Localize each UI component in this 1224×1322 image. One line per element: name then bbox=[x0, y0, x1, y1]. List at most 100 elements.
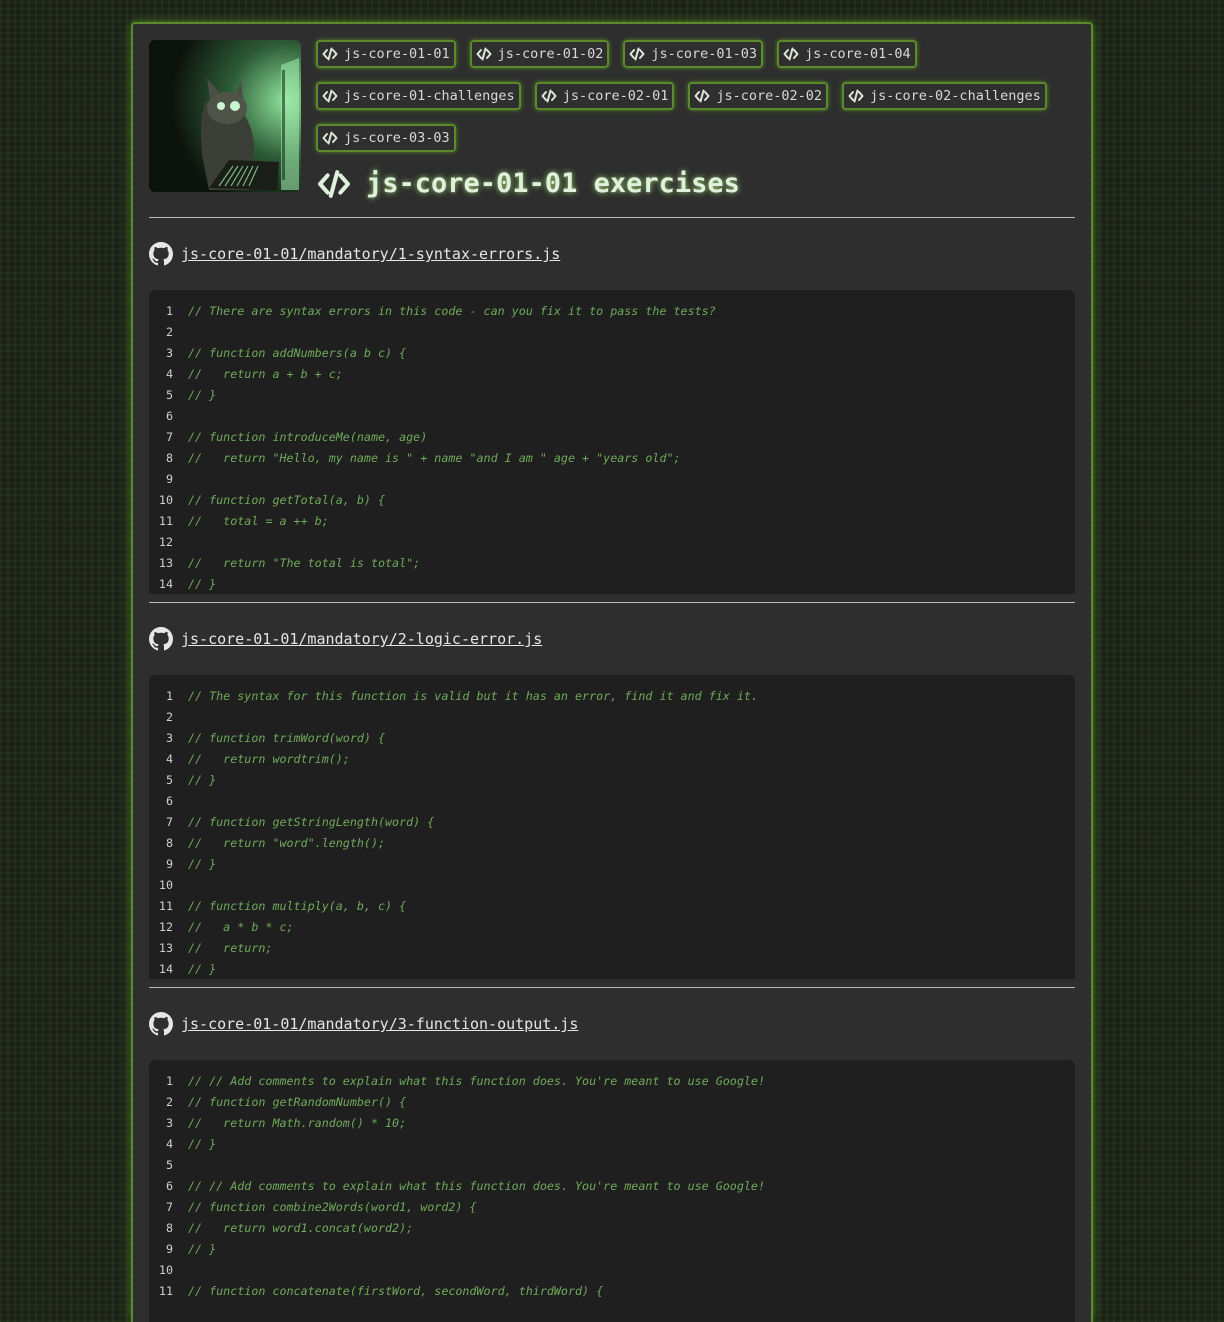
code-text: // return word1.concat(word2); bbox=[188, 1220, 414, 1235]
code-line: 5// } bbox=[165, 772, 217, 787]
code-line: 12// a * b * c; bbox=[158, 919, 294, 934]
code-line: 12 bbox=[158, 534, 173, 549]
code-line: 11// total = a ++ b; bbox=[158, 513, 329, 528]
link-label: js-core-01-02 bbox=[497, 46, 604, 62]
code-line: 7// function combine2Words(word1, word2)… bbox=[165, 1199, 477, 1214]
link-label: js-core-02-02 bbox=[716, 88, 823, 104]
code-line: 13// return; bbox=[158, 940, 273, 955]
code-line: 1// // Add comments to explain what this… bbox=[165, 1073, 765, 1088]
avatar bbox=[149, 40, 301, 192]
code-text: // function getStringLength(word) { bbox=[188, 814, 435, 829]
file-link[interactable]: js-core-01-01/mandatory/2-logic-error.js bbox=[181, 630, 542, 648]
link-label: js-core-01-03 bbox=[651, 46, 758, 62]
github-icon bbox=[149, 627, 173, 651]
link-label: js-core-01-challenges bbox=[344, 88, 515, 104]
code-block: 1// // Add comments to explain what this… bbox=[149, 1060, 1075, 1322]
code-line: 4// return wordtrim(); bbox=[165, 751, 350, 766]
github-icon bbox=[149, 1012, 173, 1036]
link-js-core-02-01[interactable]: js-core-02-01 bbox=[534, 82, 675, 110]
link-js-core-01-02[interactable]: js-core-01-02 bbox=[469, 40, 610, 68]
code-icon bbox=[322, 131, 338, 145]
file-section: js-core-01-01/mandatory/2-logic-error.js… bbox=[149, 603, 1075, 979]
link-label: js-core-01-04 bbox=[805, 46, 911, 62]
code-text: // // Add comments to explain what this … bbox=[188, 1178, 765, 1193]
code-line: 1// There are syntax errors in this code… bbox=[165, 303, 716, 318]
code-block: 1// The syntax for this function is vali… bbox=[149, 675, 1075, 979]
code-text: // function getRandomNumber() { bbox=[188, 1094, 407, 1109]
file-link[interactable]: js-core-01-01/mandatory/3-function-outpu… bbox=[181, 1015, 578, 1033]
link-js-core-02-02[interactable]: js-core-02-02 bbox=[688, 82, 829, 110]
code-line: 7// function introduceMe(name, age) bbox=[165, 429, 428, 444]
link-label: js-core-02-challenges bbox=[870, 88, 1041, 104]
code-text: // function multiply(a, b, c) { bbox=[188, 898, 407, 913]
link-js-core-03-03[interactable]: js-core-03-03 bbox=[316, 124, 456, 152]
code-line: 9 bbox=[165, 471, 173, 486]
code-line: 6 bbox=[165, 408, 173, 423]
code-line: 1// The syntax for this function is vali… bbox=[165, 688, 758, 703]
link-label: js-core-01-01 bbox=[344, 46, 450, 62]
code-text: // total = a ++ b; bbox=[188, 513, 329, 528]
code-line: 10 bbox=[158, 1262, 173, 1277]
code-line: 7// function getStringLength(word) { bbox=[165, 814, 435, 829]
code-text: // return "word".length(); bbox=[188, 835, 386, 850]
code-text: // a * b * c; bbox=[188, 919, 294, 934]
code-text: // } bbox=[188, 856, 217, 871]
link-js-core-01-01[interactable]: js-core-01-01 bbox=[316, 40, 456, 68]
header-right: js-core-01-01 js-core-01-02 js-core-01-0… bbox=[316, 40, 1076, 217]
code-line: 14// } bbox=[158, 576, 217, 591]
code-line: 8// return "word".length(); bbox=[165, 835, 386, 850]
code-text: // function getTotal(a, b) { bbox=[188, 492, 386, 507]
code-text: // return Math.random() * 10; bbox=[188, 1115, 407, 1130]
code-line: 2// function getRandomNumber() { bbox=[165, 1094, 407, 1109]
file-section: js-core-01-01/mandatory/3-function-outpu… bbox=[149, 988, 1075, 1322]
github-icon bbox=[149, 242, 173, 266]
code-line: 3// function addNumbers(a b c) { bbox=[165, 345, 407, 360]
code-line: 10// function getTotal(a, b) { bbox=[158, 492, 386, 507]
link-js-core-01-03[interactable]: js-core-01-03 bbox=[623, 40, 764, 68]
file-header: js-core-01-01/mandatory/3-function-outpu… bbox=[149, 988, 1075, 1060]
code-line: 2 bbox=[165, 709, 173, 724]
code-line: 14// } bbox=[158, 961, 217, 976]
code-line: 6 bbox=[165, 793, 173, 808]
code-text: // return "Hello, my name is " + name "a… bbox=[188, 450, 681, 465]
code-line: 13// return "The total is total"; bbox=[158, 555, 421, 570]
code-text: // function addNumbers(a b c) { bbox=[188, 345, 407, 360]
code-icon bbox=[848, 89, 864, 103]
link-js-core-01-04[interactable]: js-core-01-04 bbox=[777, 40, 917, 68]
code-icon bbox=[322, 47, 338, 61]
code-text: // There are syntax errors in this code … bbox=[188, 303, 716, 318]
code-icon bbox=[783, 47, 799, 61]
code-line: 11// function multiply(a, b, c) { bbox=[158, 898, 407, 913]
code-line: 9// } bbox=[165, 1241, 217, 1256]
link-js-core-02-challenges[interactable]: js-core-02-challenges bbox=[842, 82, 1047, 110]
code-text: // return "The total is total"; bbox=[188, 555, 421, 570]
code-block: 1// There are syntax errors in this code… bbox=[149, 290, 1075, 594]
code-line: 11// function concatenate(firstWord, sec… bbox=[158, 1283, 604, 1298]
code-text: // } bbox=[188, 576, 217, 591]
file-section: js-core-01-01/mandatory/1-syntax-errors.… bbox=[149, 218, 1075, 594]
code-text: // } bbox=[188, 1241, 217, 1256]
code-line: 9// } bbox=[165, 856, 217, 871]
code-text: // function concatenate(firstWord, secon… bbox=[188, 1283, 604, 1298]
code-text: // } bbox=[188, 1136, 217, 1151]
code-line: 5// } bbox=[165, 387, 217, 402]
code-line: 10 bbox=[158, 877, 173, 892]
code-line: 2 bbox=[165, 324, 173, 339]
exercise-links: js-core-01-01 js-core-01-02 js-core-01-0… bbox=[316, 40, 1076, 166]
code-line: 4// } bbox=[165, 1136, 217, 1151]
main-panel: js-core-01-01 js-core-01-02 js-core-01-0… bbox=[131, 22, 1093, 1322]
code-text: // function trimWord(word) { bbox=[188, 730, 386, 745]
code-line: 6// // Add comments to explain what this… bbox=[165, 1178, 765, 1193]
code-icon bbox=[316, 169, 352, 199]
code-text: // function combine2Words(word1, word2) … bbox=[188, 1199, 477, 1214]
code-icon bbox=[322, 89, 338, 103]
code-line: 8// return word1.concat(word2); bbox=[165, 1220, 414, 1235]
page-title-text: js-core-01-01 exercises bbox=[366, 168, 740, 199]
code-line: 4// return a + b + c; bbox=[165, 366, 343, 381]
link-js-core-01-challenges[interactable]: js-core-01-challenges bbox=[316, 82, 521, 110]
file-link[interactable]: js-core-01-01/mandatory/1-syntax-errors.… bbox=[181, 245, 560, 263]
link-label: js-core-03-03 bbox=[344, 130, 450, 146]
code-text: // function introduceMe(name, age) bbox=[188, 429, 428, 444]
code-text: // // Add comments to explain what this … bbox=[188, 1073, 765, 1088]
code-icon bbox=[694, 89, 710, 103]
